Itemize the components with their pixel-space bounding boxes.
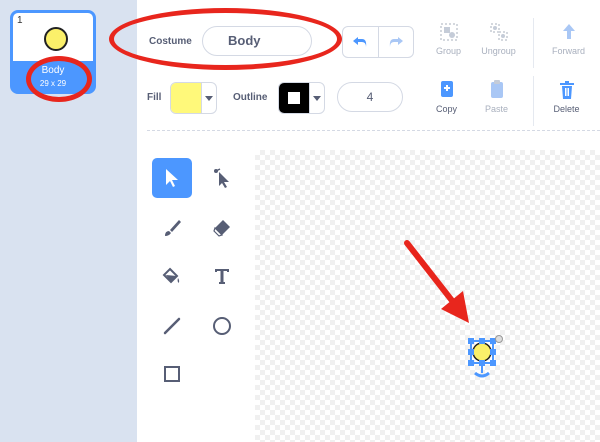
eraser-tool[interactable] — [202, 208, 242, 248]
undo-button[interactable] — [343, 27, 379, 57]
copy-icon — [440, 81, 453, 97]
redo-icon — [389, 37, 403, 47]
select-tool[interactable] — [152, 158, 192, 198]
forward-arrow-icon — [562, 24, 575, 39]
annotation-arrow-icon — [404, 240, 469, 323]
selected-shape[interactable] — [465, 335, 505, 395]
circle-shape-icon — [44, 27, 68, 51]
costume-thumbnail: 1 — [13, 13, 93, 61]
trash-icon — [559, 81, 574, 99]
arrow-cursor-icon — [166, 169, 178, 187]
reshape-cursor-icon — [214, 168, 229, 188]
undo-redo-group — [342, 26, 414, 58]
toolbar-divider — [533, 76, 534, 126]
brush-tool[interactable] — [152, 208, 192, 248]
fill-color-picker[interactable] — [170, 82, 217, 114]
ungroup-label: Ungroup — [481, 46, 516, 56]
outline-color-picker[interactable] — [278, 82, 325, 114]
eraser-icon — [213, 220, 230, 237]
brush-icon — [165, 220, 181, 236]
ungroup-icon — [490, 23, 507, 41]
group-button[interactable]: Group — [421, 22, 476, 56]
undo-icon — [353, 37, 367, 47]
delete-label: Delete — [553, 104, 580, 114]
redo-button[interactable] — [379, 27, 414, 57]
circle-icon — [213, 317, 231, 335]
fill-label: Fill — [147, 92, 162, 103]
paint-editor: Costume Body Group Ungroup Forward Fill … — [109, 0, 600, 442]
annotation-costume-tile-oval — [26, 56, 92, 102]
chevron-down-icon — [201, 83, 216, 113]
text-tool[interactable] — [202, 256, 242, 296]
copy-label: Copy — [435, 104, 457, 114]
toolbar-divider — [533, 18, 534, 68]
group-label: Group — [435, 46, 461, 56]
outline-color-swatch — [279, 83, 310, 113]
ungroup-button[interactable]: Ungroup — [471, 22, 526, 56]
fill-tool[interactable] — [152, 256, 192, 296]
group-icon — [440, 23, 457, 41]
costume-number: 1 — [17, 15, 23, 26]
paint-bucket-icon — [162, 267, 180, 284]
outline-label: Outline — [233, 92, 268, 103]
chevron-down-icon — [309, 83, 324, 113]
fill-color-swatch — [171, 83, 202, 113]
delete-button[interactable]: Delete — [539, 80, 594, 114]
square-icon — [164, 366, 180, 382]
copy-button[interactable]: Copy — [419, 80, 474, 114]
toolbar-separator — [147, 130, 600, 131]
rectangle-tool[interactable] — [152, 354, 192, 394]
circle-tool[interactable] — [202, 306, 242, 346]
line-icon — [163, 317, 181, 335]
reshape-tool[interactable] — [202, 158, 242, 198]
text-t-icon — [215, 269, 229, 284]
line-tool[interactable] — [152, 306, 192, 346]
paste-label: Paste — [484, 104, 508, 114]
forward-label: Forward — [551, 46, 585, 56]
annotation-costume-name-oval — [109, 8, 342, 70]
paste-button[interactable]: Paste — [469, 80, 524, 114]
forward-button[interactable]: Forward — [541, 22, 596, 56]
paste-icon — [490, 80, 503, 98]
outline-width-input[interactable]: 4 — [337, 82, 403, 112]
